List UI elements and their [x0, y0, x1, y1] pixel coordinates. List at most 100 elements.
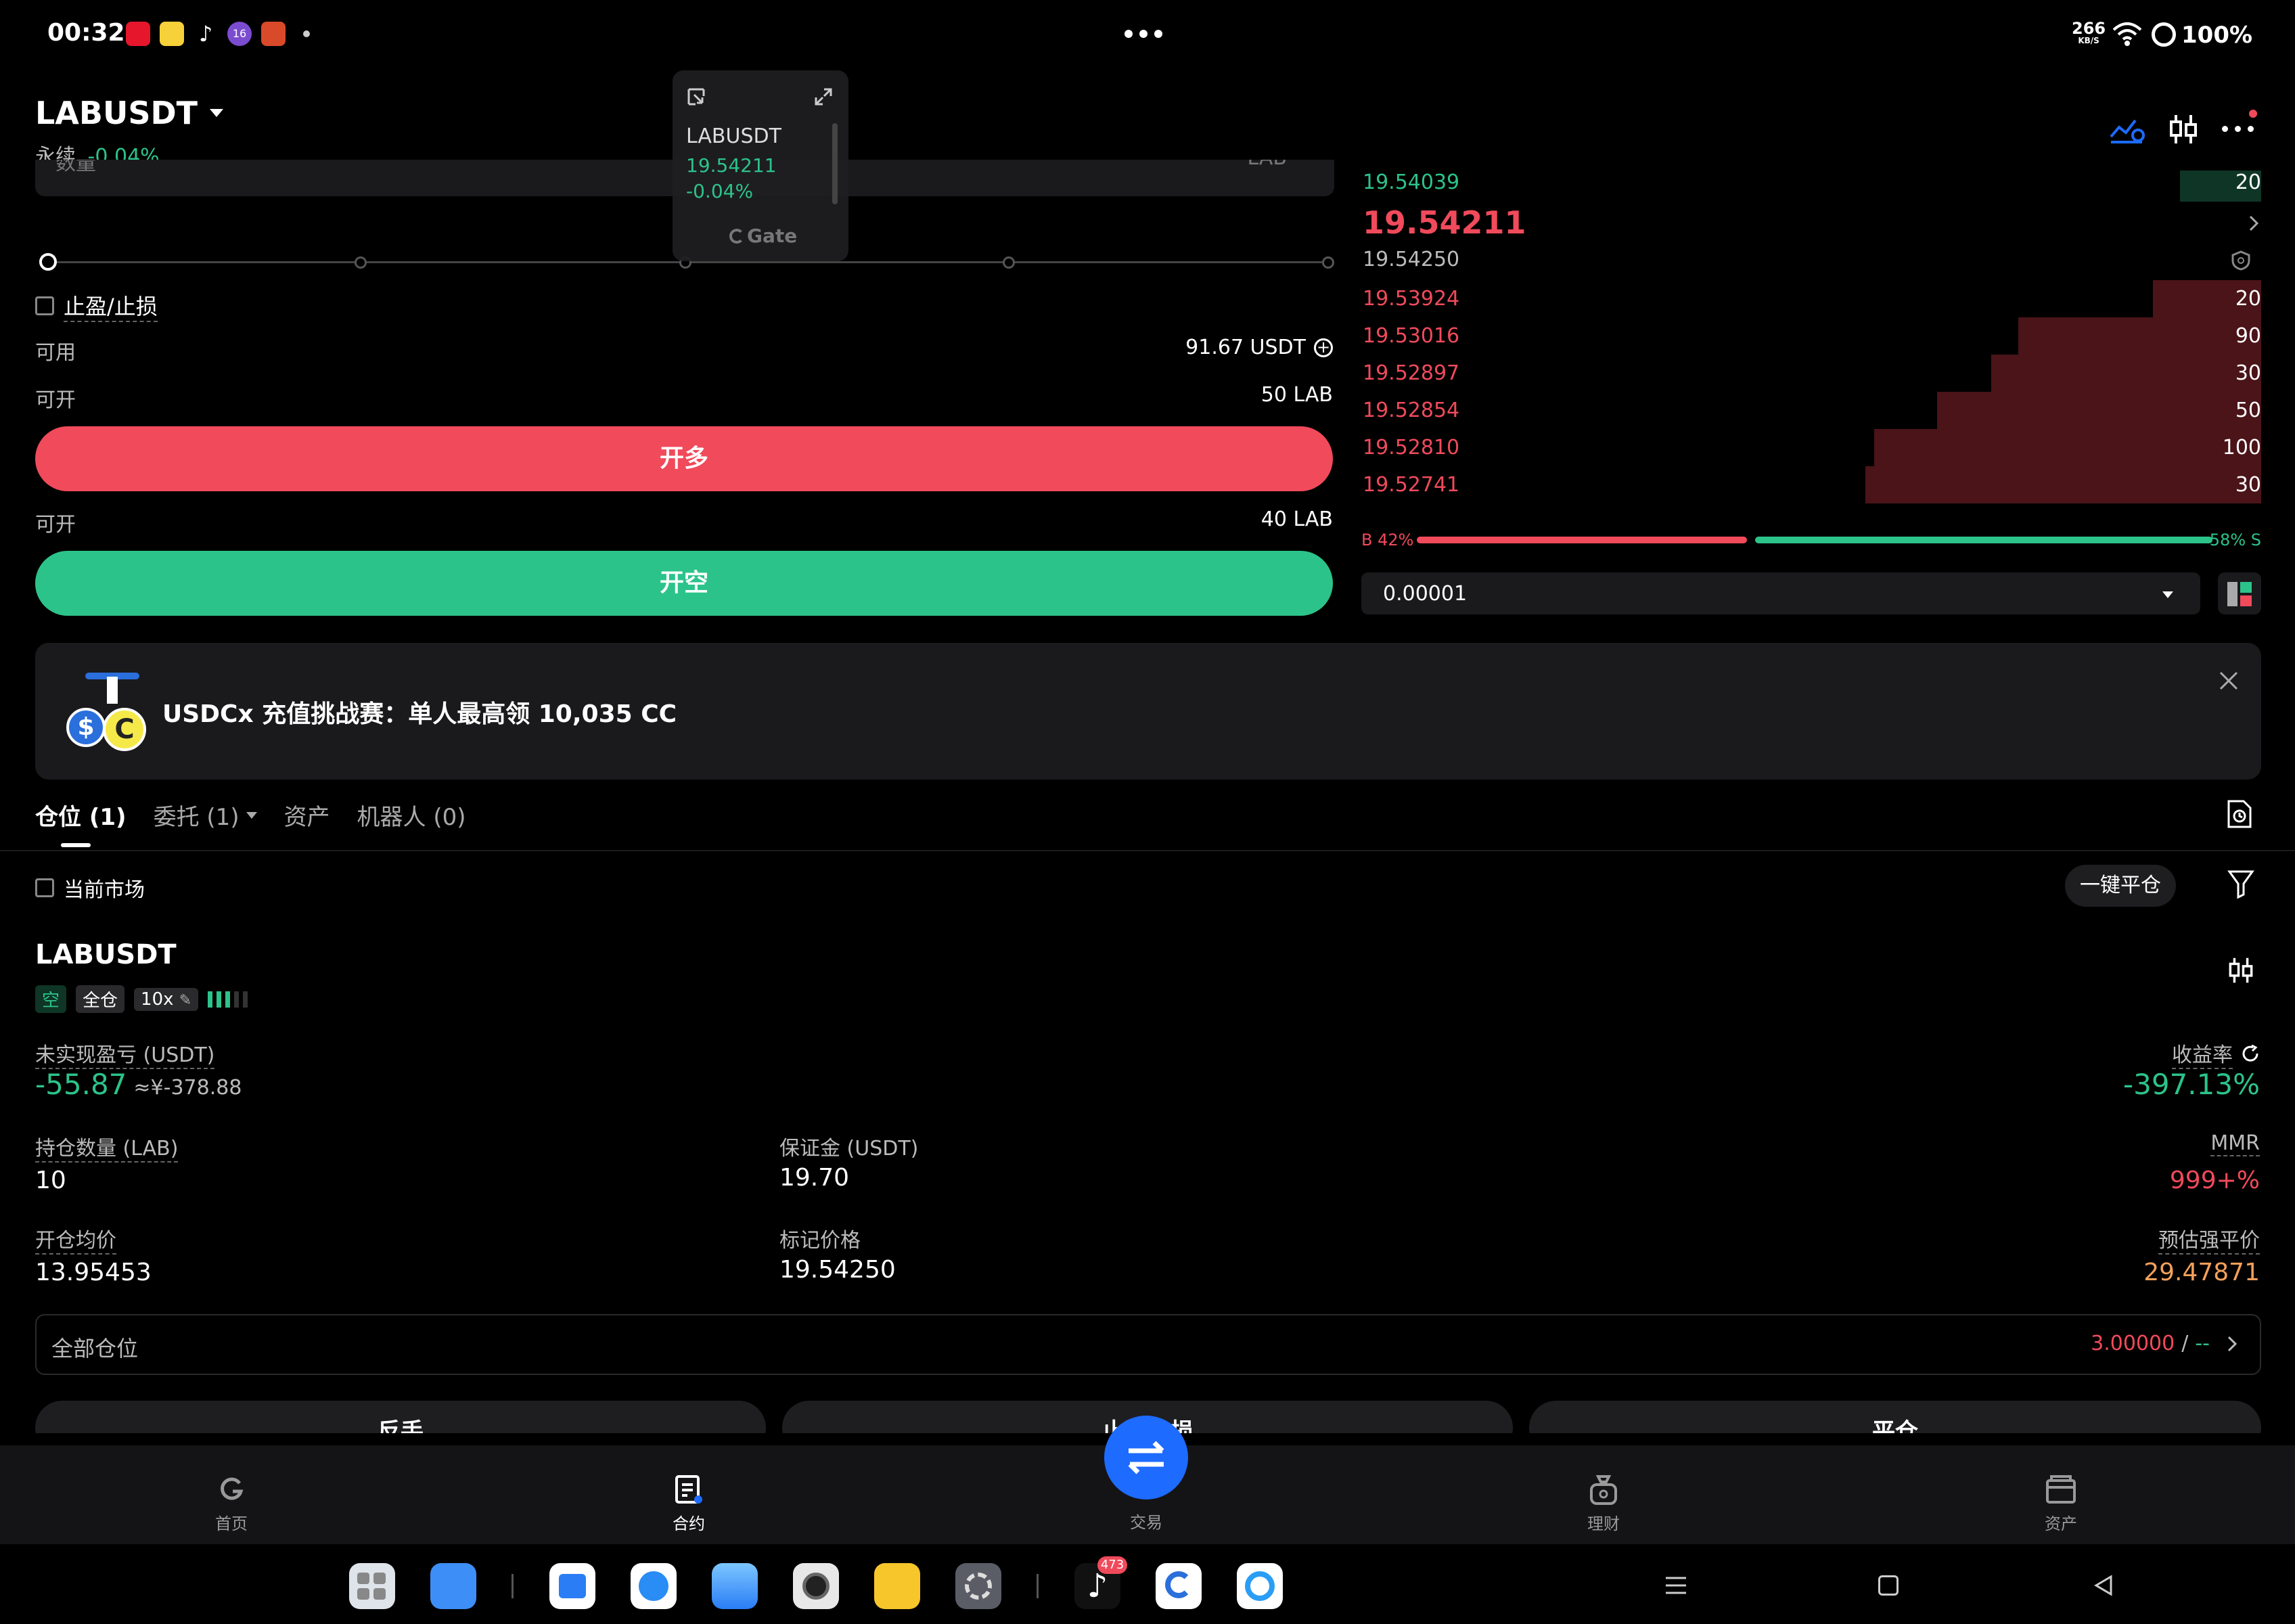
bid-qty: 100 [2222, 436, 2261, 459]
bid-qty: 50 [2235, 399, 2261, 422]
nav-home[interactable]: 首页 [177, 1474, 286, 1534]
chevron-down-icon [2162, 591, 2173, 598]
position-pair[interactable]: LABUSDT [35, 939, 177, 970]
nav-futures[interactable]: 合约 [635, 1474, 743, 1534]
chart-trend-icon[interactable] [2108, 114, 2145, 145]
chevron-right-icon[interactable] [2248, 214, 2261, 233]
slider-handle[interactable] [39, 253, 57, 271]
tab-orders[interactable]: 委托 (1) [154, 798, 257, 832]
current-market-filter[interactable]: 当前市场 [35, 873, 145, 903]
tiktok-notif-icon: ♪ [198, 21, 213, 47]
last-price-row[interactable]: 19.54211 [1361, 199, 2261, 246]
filter-icon[interactable] [2227, 869, 2254, 899]
gate-logo-icon [729, 228, 744, 244]
qty-value: 10 [35, 1167, 66, 1194]
tab-assets[interactable]: 资产 [284, 798, 330, 832]
ask-price: 19.54039 [1363, 171, 1460, 194]
notes-app-icon[interactable] [874, 1563, 920, 1609]
close-all-button[interactable]: 一键平仓 [2065, 865, 2176, 907]
entry-price-label[interactable]: 开仓均价 [35, 1223, 116, 1255]
minimize-window-icon[interactable] [686, 87, 706, 107]
bid-price: 19.52810 [1363, 436, 1460, 459]
history-icon[interactable] [2226, 798, 2253, 830]
bid-row[interactable]: 19.53016 90 [1361, 317, 2261, 355]
tab-bots[interactable]: 机器人 (0) [357, 798, 466, 832]
bottom-nav: 首页 合约 交易 理财 资产 [0, 1416, 2295, 1544]
expand-window-icon[interactable] [813, 87, 834, 107]
wallet-app-icon[interactable] [430, 1563, 476, 1609]
menu-nav-icon[interactable] [1664, 1575, 1687, 1596]
reverse-button[interactable]: 反手 [35, 1401, 766, 1433]
open-short-button[interactable]: 开空 [35, 551, 1333, 616]
available-label: 可用 [35, 341, 76, 365]
unrealized-value: -55.87 [35, 1068, 127, 1101]
orderbook-layout-button[interactable] [2218, 572, 2261, 614]
gallery-app-icon[interactable] [712, 1563, 758, 1609]
unrealized-label[interactable]: 未实现盈亏 (USDT) [35, 1038, 215, 1069]
usdc-coin-icon: $ C [65, 673, 153, 751]
bid-price: 19.53016 [1363, 324, 1460, 348]
dock-separator [1037, 1574, 1039, 1598]
roi-header[interactable]: 收益率 [2172, 1038, 2260, 1069]
candlestick-icon[interactable] [2168, 112, 2199, 146]
nav-earn[interactable]: 理财 [1549, 1474, 1658, 1534]
tpsl-toggle[interactable]: 止盈/止损 [35, 290, 158, 322]
precision-select[interactable]: 0.00001 [1361, 572, 2200, 614]
ratio-sell-fill [1755, 537, 2212, 543]
chevron-right-icon [2227, 1336, 2237, 1351]
more-options-icon[interactable] [2222, 126, 2254, 132]
camera-app-icon[interactable] [793, 1563, 839, 1609]
tab-positions[interactable]: 仓位 (1) [35, 798, 127, 847]
promo-banner[interactable]: $ C USDCx 充值挑战赛：单人最高领 10,035 CC [35, 643, 2261, 780]
all-positions-row[interactable]: 全部仓位 3.00000 / -- [35, 1314, 2261, 1375]
nav-assets[interactable]: 资产 [2007, 1474, 2115, 1534]
current-market-checkbox[interactable] [35, 878, 54, 897]
settings-app-icon[interactable] [955, 1563, 1001, 1609]
add-funds-icon[interactable]: + [1314, 338, 1333, 357]
tpsl-checkbox[interactable] [35, 296, 54, 315]
tabs-divider [0, 850, 2295, 851]
files-app-icon[interactable] [549, 1563, 595, 1609]
bid-row[interactable]: 19.52810 100 [1361, 429, 2261, 466]
gate-app-icon[interactable] [1156, 1563, 1202, 1609]
nav-trade[interactable]: 交易 [1092, 1416, 1200, 1533]
earn-icon [1590, 1475, 1617, 1505]
app-drawer-icon[interactable] [349, 1563, 395, 1609]
pair-selector[interactable]: LABUSDT [35, 95, 224, 131]
mmr-label[interactable]: MMR [2210, 1131, 2260, 1156]
orderbook-ask-row[interactable]: 19.54039 20 [1361, 162, 2261, 202]
refresh-icon[interactable] [2241, 1044, 2260, 1063]
liq-price-label[interactable]: 预估强平价 [2158, 1223, 2260, 1255]
banner-text: USDCx 充值挑战赛：单人最高领 10,035 CC [162, 700, 677, 728]
battery-level: 100% [2181, 22, 2253, 49]
slider-tick [1322, 256, 1334, 269]
close-position-button[interactable]: 平仓 [1529, 1401, 2261, 1433]
floating-price-window[interactable]: LABUSDT 19.54211 -0.04% Gate [673, 70, 848, 261]
home-nav-icon[interactable] [1878, 1575, 1899, 1596]
position-chart-icon[interactable] [2227, 954, 2254, 987]
leverage-tag[interactable]: 10x ✎ [134, 987, 199, 1011]
dock-separator [512, 1574, 514, 1598]
bid-row[interactable]: 19.52897 30 [1361, 355, 2261, 392]
close-icon[interactable] [2217, 669, 2241, 693]
quantity-unit: LAB [1247, 160, 1287, 170]
browser-app-icon[interactable] [631, 1563, 677, 1609]
home-icon [221, 1477, 244, 1500]
multiwindow-dots-icon[interactable] [1124, 30, 1162, 38]
qty-label[interactable]: 持仓数量 (LAB) [35, 1131, 179, 1163]
blue-app-icon[interactable] [1237, 1563, 1283, 1609]
float-brand: Gate [729, 225, 797, 247]
bid-price: 19.53924 [1363, 287, 1460, 311]
tpsl-label: 止盈/止损 [64, 290, 158, 322]
bid-row[interactable]: 19.52854 50 [1361, 392, 2261, 429]
open-long-button[interactable]: 开多 [35, 426, 1333, 491]
shield-icon [2231, 250, 2250, 271]
slider-tick [355, 256, 367, 269]
bid-row[interactable]: 19.52741 30 [1361, 466, 2261, 503]
mark-price-label: 标记价格 [779, 1229, 861, 1253]
slider-tick [1003, 256, 1015, 269]
float-scrollbar [832, 123, 838, 204]
back-nav-icon[interactable] [2093, 1574, 2114, 1597]
wifi-icon [2112, 22, 2142, 46]
bid-row[interactable]: 19.53924 20 [1361, 280, 2261, 317]
